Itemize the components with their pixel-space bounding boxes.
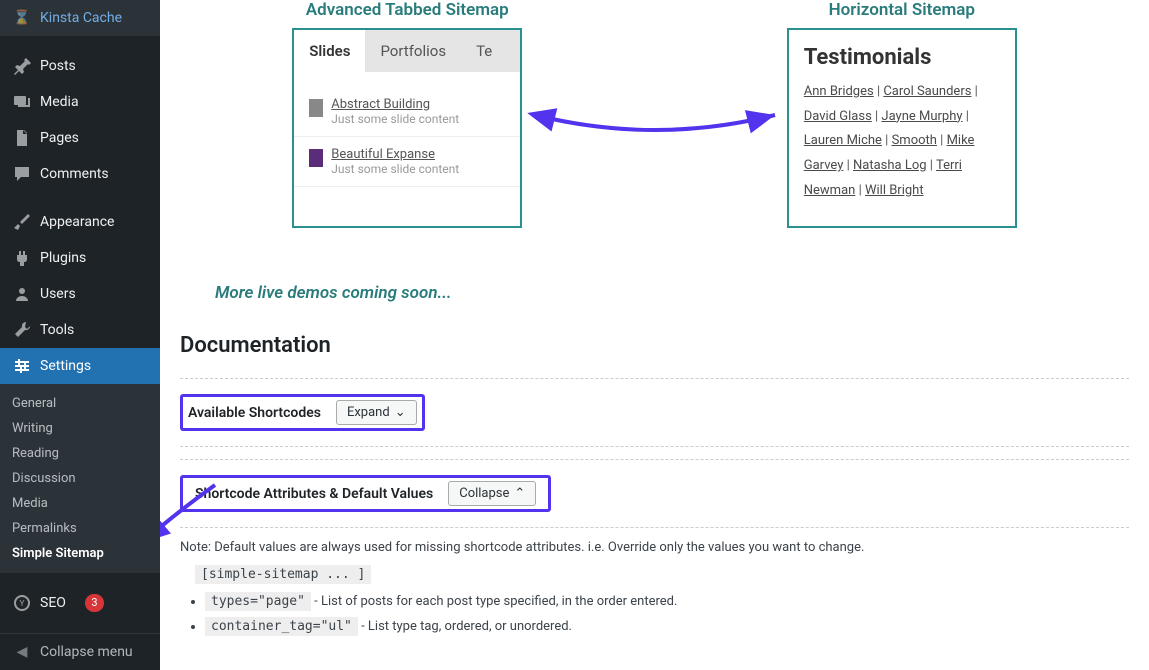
annotation-double-arrow bbox=[525, 75, 785, 155]
admin-sidebar: ⌛Kinsta Cache Posts Media Pages Comments… bbox=[0, 0, 160, 670]
attribute-item: types="page" - List of posts for each po… bbox=[205, 592, 1129, 611]
testimonial-link[interactable]: Carol Saunders bbox=[883, 84, 971, 99]
slide-link[interactable]: Beautiful Expanse bbox=[331, 147, 459, 162]
thumb-icon bbox=[309, 99, 323, 117]
testimonial-link[interactable]: David Glass bbox=[804, 109, 872, 124]
sub-simple-sitemap[interactable]: Simple Sitemap bbox=[0, 541, 160, 566]
pin-icon bbox=[12, 56, 32, 76]
attribute-code: container_tag="ul" bbox=[205, 617, 358, 636]
demos-more-text: More live demos coming soon... bbox=[215, 283, 1129, 303]
highlight-shortcodes: Available Shortcodes Expand⌄ bbox=[180, 394, 425, 431]
demo-box-horizontal: Testimonials Ann Bridges | Carol Saunder… bbox=[787, 28, 1017, 228]
chevron-down-icon: ⌄ bbox=[395, 405, 406, 420]
sub-permalinks[interactable]: Permalinks bbox=[0, 516, 160, 541]
testimonial-link[interactable]: Will Bright bbox=[865, 183, 924, 198]
media-icon bbox=[12, 92, 32, 112]
svg-text:Y: Y bbox=[20, 599, 25, 608]
sub-general[interactable]: General bbox=[0, 391, 160, 416]
menu-seo[interactable]: YSEO 3 bbox=[0, 585, 160, 621]
menu-settings[interactable]: Settings bbox=[0, 348, 160, 384]
menu-users[interactable]: Users bbox=[0, 276, 160, 312]
sub-media[interactable]: Media bbox=[0, 491, 160, 516]
chevron-up-icon: ⌃ bbox=[514, 486, 525, 501]
menu-media[interactable]: Media bbox=[0, 84, 160, 120]
menu-pages[interactable]: Pages bbox=[0, 120, 160, 156]
sub-reading[interactable]: Reading bbox=[0, 441, 160, 466]
menu-comments[interactable]: Comments bbox=[0, 156, 160, 192]
plug-icon bbox=[12, 248, 32, 268]
section-attributes: Shortcode Attributes & Default Values Co… bbox=[180, 459, 1129, 528]
testimonial-link[interactable]: Lauren Miche bbox=[804, 133, 882, 148]
testimonial-link[interactable]: Smooth bbox=[892, 133, 937, 148]
code-main: [simple-sitemap ... ] bbox=[195, 565, 371, 584]
cache-icon: ⌛ bbox=[12, 8, 32, 28]
menu-tools[interactable]: Tools bbox=[0, 312, 160, 348]
page-icon bbox=[12, 128, 32, 148]
collapse-button[interactable]: Collapse⌃ bbox=[448, 481, 536, 506]
menu-kinsta-cache[interactable]: ⌛Kinsta Cache bbox=[0, 0, 160, 36]
documentation-heading: Documentation bbox=[180, 333, 1129, 358]
collapse-menu[interactable]: ◀Collapse menu bbox=[0, 633, 160, 670]
demo-box-advanced: Slides Portfolios Te Abstract BuildingJu… bbox=[292, 28, 522, 228]
demo-title-horizontal: Horizontal Sitemap bbox=[829, 0, 975, 20]
highlight-attributes: Shortcode Attributes & Default Values Co… bbox=[180, 475, 551, 512]
attributes-note: Note: Default values are always used for… bbox=[180, 540, 1129, 555]
seo-icon: Y bbox=[12, 593, 32, 613]
tab-slides[interactable]: Slides bbox=[294, 30, 365, 72]
settings-icon bbox=[12, 356, 32, 376]
testimonial-link[interactable]: Ann Bridges bbox=[804, 84, 874, 99]
brush-icon bbox=[12, 212, 32, 232]
slide-item: Beautiful ExpanseJust some slide content bbox=[294, 137, 520, 187]
seo-badge: 3 bbox=[85, 594, 103, 612]
attribute-list: types="page" - List of posts for each po… bbox=[205, 592, 1129, 636]
attribute-code: types="page" bbox=[205, 592, 311, 611]
collapse-icon: ◀ bbox=[12, 642, 32, 662]
testimonials-links: Ann Bridges | Carol Saunders | David Gla… bbox=[804, 80, 1000, 203]
demo-title-advanced: Advanced Tabbed Sitemap bbox=[306, 0, 509, 20]
testimonial-link[interactable]: Jayne Murphy bbox=[881, 109, 962, 124]
slide-item: Abstract BuildingJust some slide content bbox=[294, 87, 520, 137]
menu-plugins[interactable]: Plugins bbox=[0, 240, 160, 276]
tab-portfolios[interactable]: Portfolios bbox=[365, 30, 461, 72]
sub-writing[interactable]: Writing bbox=[0, 416, 160, 441]
wrench-icon bbox=[12, 320, 32, 340]
section-shortcodes: Available Shortcodes Expand⌄ bbox=[180, 378, 1129, 447]
thumb-icon bbox=[309, 149, 323, 167]
menu-appearance[interactable]: Appearance bbox=[0, 204, 160, 240]
slide-link[interactable]: Abstract Building bbox=[331, 97, 459, 112]
settings-submenu: General Writing Reading Discussion Media… bbox=[0, 384, 160, 573]
testimonial-link[interactable]: Natasha Log bbox=[853, 158, 927, 173]
tab-testimonials[interactable]: Te bbox=[461, 30, 507, 72]
comment-icon bbox=[12, 164, 32, 184]
testimonials-heading: Testimonials bbox=[804, 45, 1000, 70]
main-content: Advanced Tabbed Sitemap Slides Portfolio… bbox=[160, 0, 1149, 670]
expand-button[interactable]: Expand⌄ bbox=[336, 400, 417, 425]
menu-posts[interactable]: Posts bbox=[0, 48, 160, 84]
attribute-item: container_tag="ul" - List type tag, orde… bbox=[205, 617, 1129, 636]
sub-discussion[interactable]: Discussion bbox=[0, 466, 160, 491]
user-icon bbox=[12, 284, 32, 304]
